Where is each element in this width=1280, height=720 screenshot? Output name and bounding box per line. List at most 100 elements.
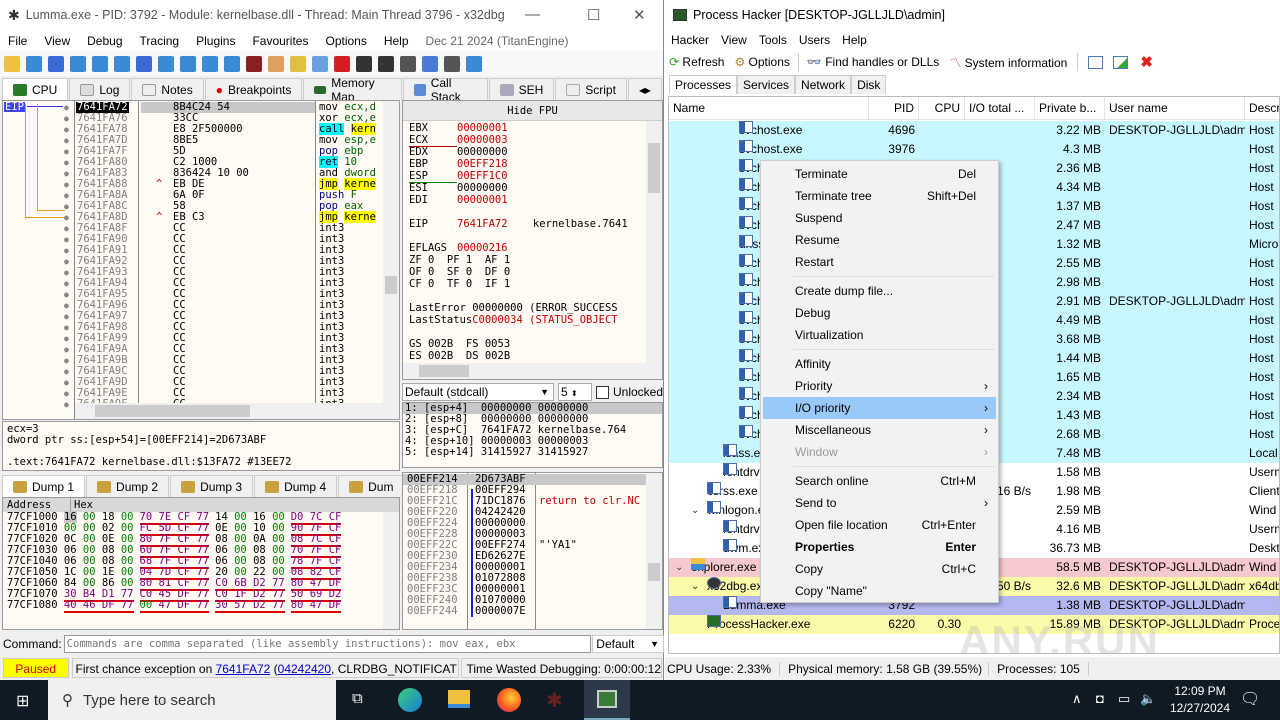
volume-icon[interactable]: 🔈 [1140, 691, 1156, 707]
tab-disk[interactable]: Disk [851, 75, 887, 94]
menu-item-send-to[interactable]: Send to › [763, 492, 996, 514]
breakpoint-dot[interactable]: ● [64, 124, 69, 135]
breakpoint-dot[interactable]: ● [64, 212, 69, 223]
refresh-button[interactable]: ⟳ Refresh [669, 55, 724, 69]
breakpoint-dot[interactable]: ● [64, 344, 69, 355]
dump-byte[interactable]: DF [177, 599, 190, 611]
column-cpu[interactable]: CPU [919, 97, 965, 120]
registers-hscroll[interactable] [403, 363, 662, 379]
stack-row[interactable]: 00EFF244 0000007E [403, 606, 662, 617]
globe-icon[interactable] [466, 55, 482, 72]
menu-item-restart[interactable]: Restart [763, 251, 996, 273]
register-value[interactable]: 00000000 [457, 146, 514, 158]
font-icon[interactable] [400, 55, 416, 72]
close-x-button[interactable]: ✖ [1140, 53, 1153, 71]
register-row[interactable] [409, 290, 662, 302]
system-information-button[interactable]: 〽 System information [949, 54, 1067, 71]
window-icon-button[interactable] [1088, 55, 1104, 69]
menu-item-search-online[interactable]: Search online Ctrl+M [763, 470, 996, 492]
dump-byte[interactable]: DF [102, 599, 115, 611]
expand-chevron-icon[interactable]: ⌄ [675, 558, 683, 577]
menu-item-open-file-location[interactable]: Open file location Ctrl+Enter [763, 514, 996, 536]
find-handles-button[interactable]: 👓 Find handles or DLLs [807, 55, 939, 69]
breakpoint-dot[interactable]: ● [64, 311, 69, 322]
breakpoint-dot[interactable]: ● [64, 223, 69, 234]
tab-dump-1[interactable]: Dump 1 [2, 475, 86, 497]
menu-item-resume[interactable]: Resume [763, 229, 996, 251]
dump-byte[interactable]: 80 [291, 599, 304, 611]
breakpoint-dot[interactable]: ● [64, 146, 69, 157]
tab-dump-4[interactable]: Dump 4 [254, 475, 338, 497]
tab-network[interactable]: Network [795, 75, 852, 94]
breakpoint-dot[interactable]: ● [64, 399, 69, 410]
register-row[interactable] [409, 206, 662, 218]
stack-vscroll[interactable] [646, 473, 662, 629]
breakpoint-dot[interactable]: ● [64, 256, 69, 267]
registers-panel[interactable]: Hide FPU EBX 00000001 ECX 00000003 EDX 0000… [402, 100, 663, 380]
breakpoint-dot[interactable]: ● [64, 234, 69, 245]
dump-byte[interactable]: 77 [272, 599, 285, 611]
function-icon[interactable] [356, 55, 372, 72]
menu-plugins[interactable]: Plugins [188, 34, 244, 48]
menu-item-affinity[interactable]: Affinity [763, 353, 996, 375]
bookmark-icon[interactable] [334, 55, 350, 72]
tab-dump-2[interactable]: Dump 2 [86, 475, 170, 497]
window-go-button[interactable] [1113, 55, 1129, 69]
tab-cpu[interactable]: CPU [2, 78, 69, 100]
run-to-user-code-icon[interactable] [224, 55, 240, 72]
breakpoint-dot[interactable]: ● [64, 300, 69, 311]
register-row[interactable]: ESP 00EFF1C0 [409, 170, 662, 183]
register-row[interactable]: ECX 00000003 [409, 134, 662, 147]
disasm-vscroll[interactable] [383, 101, 399, 419]
register-value[interactable]: C0000034 [472, 314, 529, 326]
register-value[interactable]: 00000216 [457, 242, 514, 254]
stop-icon[interactable] [48, 55, 64, 72]
tab-services[interactable]: Services [737, 75, 796, 94]
menu-users[interactable]: Users [793, 33, 836, 47]
script-icon[interactable] [246, 55, 262, 72]
exception-code-link[interactable]: 04242420 [278, 662, 331, 676]
register-row[interactable]: ESI 00000000 [409, 182, 662, 194]
dump-byte[interactable]: 46 [83, 599, 96, 611]
dump-row[interactable]: 77CF1080 40 46 DF 77 00 47 DF 77 30 57 D2 … [7, 599, 399, 613]
dump-byte[interactable]: 00 [140, 599, 153, 611]
register-row[interactable] [409, 326, 662, 338]
arguments-panel[interactable]: 1: [esp+4] 00000000 00000000 2: [esp+8] 0… [402, 402, 663, 468]
breakpoint-dot[interactable]: ● [64, 289, 69, 300]
dump-byte[interactable]: 47 [310, 599, 323, 611]
register-value[interactable]: 00000000 [472, 302, 529, 314]
menu-item-virtualization[interactable]: Virtualization [763, 324, 996, 346]
column-description[interactable]: Descr [1245, 97, 1279, 120]
menu-hacker[interactable]: Hacker [665, 33, 715, 47]
menu-debug[interactable]: Debug [79, 34, 131, 48]
breakpoint-dot[interactable]: ● [64, 190, 69, 201]
arg-count-spinner[interactable]: 5 ⬍ [557, 383, 592, 401]
command-input[interactable] [63, 635, 592, 653]
tab-log[interactable]: Log [69, 78, 131, 100]
register-value[interactable]: 00EFF218 [457, 158, 514, 170]
menu-view[interactable]: View [715, 33, 753, 47]
device-icon[interactable] [422, 55, 438, 72]
clock[interactable]: 12:09 PM 12/27/2024 [1164, 683, 1236, 717]
trace-into-icon[interactable] [158, 55, 174, 72]
breakpoint-dot[interactable]: ● [64, 157, 69, 168]
breakpoint-dot[interactable]: ● [64, 388, 69, 399]
firefox-icon[interactable] [497, 688, 521, 712]
menu-help[interactable]: Help [836, 33, 873, 47]
tab-script[interactable]: Script [555, 78, 627, 100]
hide-fpu-button[interactable]: Hide FPU [403, 101, 662, 121]
register-value[interactable]: 00000001 [457, 194, 514, 206]
tab-scroll-arrows[interactable]: ◂▸ [627, 78, 662, 100]
file-explorer-icon[interactable] [448, 690, 470, 708]
tab-processes[interactable]: Processes [669, 75, 738, 94]
register-row[interactable]: LastStatusC0000034 (STATUS_OBJECT [409, 314, 662, 326]
menu-tools[interactable]: Tools [753, 33, 793, 47]
breakpoint-dot[interactable]: ● [64, 113, 69, 124]
tab-dump-3[interactable]: Dump 3 [170, 475, 254, 497]
process-row[interactable]: svchost.exe 4696 3.22 MB DESKTOP-JGLLJLD\ad… [669, 121, 1279, 140]
column-hex[interactable]: Hex [70, 498, 93, 512]
menu-item-i-o-priority[interactable]: I/O priority › [763, 397, 996, 419]
register-row[interactable]: EFLAGS 00000216 [409, 242, 662, 254]
column-address[interactable]: Address [7, 498, 51, 512]
expand-chevron-icon[interactable]: ⌄ [691, 501, 699, 520]
